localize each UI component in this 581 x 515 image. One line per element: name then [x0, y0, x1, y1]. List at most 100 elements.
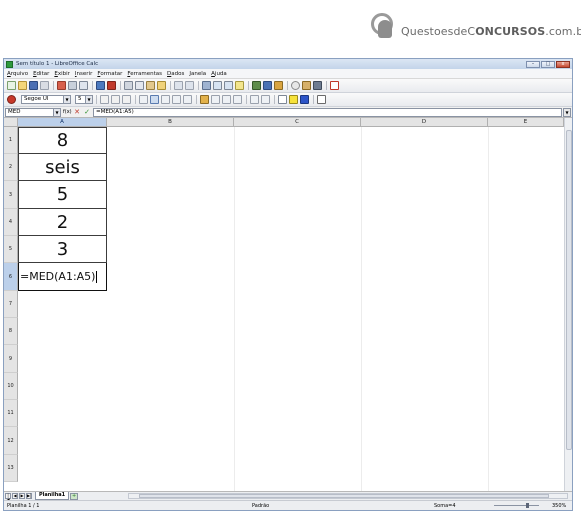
align-left-icon[interactable]: [139, 95, 148, 104]
row-header-13[interactable]: 13: [4, 455, 18, 482]
name-box[interactable]: MED ▼: [5, 107, 61, 117]
expand-formula-icon[interactable]: ▼: [563, 107, 571, 117]
paste-icon[interactable]: [146, 81, 155, 90]
cut-icon[interactable]: [124, 81, 133, 90]
font-name-combo[interactable]: Segoe UI ▼: [21, 95, 71, 104]
menu-ferramentas[interactable]: Ferramentas: [127, 71, 162, 77]
cell-a5[interactable]: 3: [18, 236, 107, 263]
redo-icon[interactable]: [185, 81, 194, 90]
merge-cells-icon[interactable]: [183, 95, 192, 104]
insert-image-icon[interactable]: [252, 81, 261, 90]
menu-exibir[interactable]: Exibir: [54, 71, 70, 77]
row-header-1[interactable]: 1: [4, 127, 18, 154]
hyperlink-icon[interactable]: [202, 81, 211, 90]
cell-a3[interactable]: 5: [18, 181, 107, 209]
row-header-7[interactable]: 7: [4, 291, 18, 318]
font-color-icon[interactable]: [300, 95, 309, 104]
prev-sheet-icon[interactable]: ◀: [12, 493, 18, 499]
indent-increase-icon[interactable]: [261, 95, 270, 104]
menu-janela[interactable]: Janela: [189, 71, 206, 77]
undo-icon[interactable]: [174, 81, 183, 90]
close-button[interactable]: x: [556, 60, 570, 68]
borders-icon[interactable]: [278, 95, 287, 104]
font-size-combo[interactable]: 5 ▼: [75, 95, 93, 104]
column-header-a[interactable]: A: [18, 118, 107, 127]
menu-ajuda[interactable]: Ajuda: [211, 71, 227, 77]
decimal-remove-icon[interactable]: [233, 95, 242, 104]
accept-icon[interactable]: ✓: [83, 108, 91, 116]
first-sheet-icon[interactable]: |◀: [5, 493, 11, 502]
spellcheck-icon[interactable]: [96, 81, 105, 90]
menu-editar[interactable]: Editar: [33, 71, 49, 77]
navigator-icon[interactable]: [291, 81, 300, 90]
menu-arquivo[interactable]: Arquivo: [7, 71, 28, 77]
row-header-3[interactable]: 3: [4, 181, 18, 209]
autospell-icon[interactable]: [107, 81, 116, 90]
vertical-scrollbar[interactable]: [564, 118, 572, 491]
edit-file-icon[interactable]: [40, 81, 49, 90]
column-header-c[interactable]: C: [234, 118, 361, 127]
toggle-grid-icon[interactable]: [317, 95, 326, 104]
horizontal-scrollbar[interactable]: [128, 493, 568, 499]
help-icon[interactable]: [330, 81, 339, 90]
export-pdf-icon[interactable]: [57, 81, 66, 90]
last-sheet-icon[interactable]: ▶|: [26, 493, 32, 499]
select-all-corner[interactable]: [4, 118, 18, 127]
insert-chart-icon[interactable]: [263, 81, 272, 90]
cell-a4[interactable]: 2: [18, 209, 107, 236]
align-right-icon[interactable]: [161, 95, 170, 104]
row-header-11[interactable]: 11: [4, 400, 18, 427]
new-document-icon[interactable]: [7, 81, 16, 90]
cell-a6-editing[interactable]: =MED(A1:A5): [18, 263, 107, 291]
status-zoom[interactable]: 350%: [552, 503, 566, 509]
spreadsheet-grid[interactable]: A B C D E 1 2 3 4 5 6 7 8 9 10 11 12 13 …: [4, 118, 572, 491]
menu-inserir[interactable]: Inserir: [75, 71, 92, 77]
cancel-icon[interactable]: ✕: [73, 108, 81, 116]
menu-formatar[interactable]: Formatar: [97, 71, 122, 77]
print-icon[interactable]: [68, 81, 77, 90]
sort-descending-icon[interactable]: [224, 81, 233, 90]
italic-icon[interactable]: [111, 95, 120, 104]
open-folder-icon[interactable]: [18, 81, 27, 90]
next-sheet-icon[interactable]: ▶: [19, 493, 25, 499]
zoom-slider[interactable]: [494, 505, 539, 506]
decimal-add-icon[interactable]: [222, 95, 231, 104]
horizontal-scroll-thumb[interactable]: [139, 494, 549, 498]
menu-dados[interactable]: Dados: [167, 71, 184, 77]
clone-format-icon[interactable]: [157, 81, 166, 90]
cell-a2[interactable]: seis: [18, 154, 107, 181]
row-header-2[interactable]: 2: [4, 154, 18, 181]
gallery-icon[interactable]: [302, 81, 311, 90]
row-header-5[interactable]: 5: [4, 236, 18, 263]
chevron-down-icon[interactable]: ▼: [85, 96, 92, 103]
sheet-tab-planilha1[interactable]: Planilha1: [35, 492, 70, 500]
minimize-button[interactable]: –: [526, 60, 540, 68]
cell-a1[interactable]: 8: [18, 127, 107, 154]
formula-input[interactable]: =MED(A1:A5): [93, 107, 562, 117]
percent-format-icon[interactable]: [211, 95, 220, 104]
background-color-icon[interactable]: [289, 95, 298, 104]
data-sources-icon[interactable]: [313, 81, 322, 90]
sort-ascending-icon[interactable]: [213, 81, 222, 90]
add-sheet-icon[interactable]: +: [70, 492, 79, 500]
row-header-9[interactable]: 9: [4, 345, 18, 373]
function-wizard-icon[interactable]: f(x): [63, 108, 72, 116]
underline-icon[interactable]: [122, 95, 131, 104]
row-header-12[interactable]: 12: [4, 427, 18, 455]
zoom-slider-knob[interactable]: [526, 503, 529, 508]
copy-icon[interactable]: [135, 81, 144, 90]
justify-icon[interactable]: [172, 95, 181, 104]
column-header-e[interactable]: E: [488, 118, 564, 127]
bold-icon[interactable]: [100, 95, 109, 104]
indent-decrease-icon[interactable]: [250, 95, 259, 104]
print-preview-icon[interactable]: [79, 81, 88, 90]
save-icon[interactable]: [29, 81, 38, 90]
column-header-b[interactable]: B: [107, 118, 234, 127]
maximize-button[interactable]: □: [541, 60, 555, 68]
chevron-down-icon[interactable]: ▼: [53, 108, 60, 116]
autofilter-icon[interactable]: [235, 81, 244, 90]
row-header-10[interactable]: 10: [4, 373, 18, 400]
chevron-down-icon[interactable]: ▼: [63, 96, 70, 103]
pivot-table-icon[interactable]: [274, 81, 283, 90]
vertical-scroll-thumb[interactable]: [566, 130, 572, 450]
